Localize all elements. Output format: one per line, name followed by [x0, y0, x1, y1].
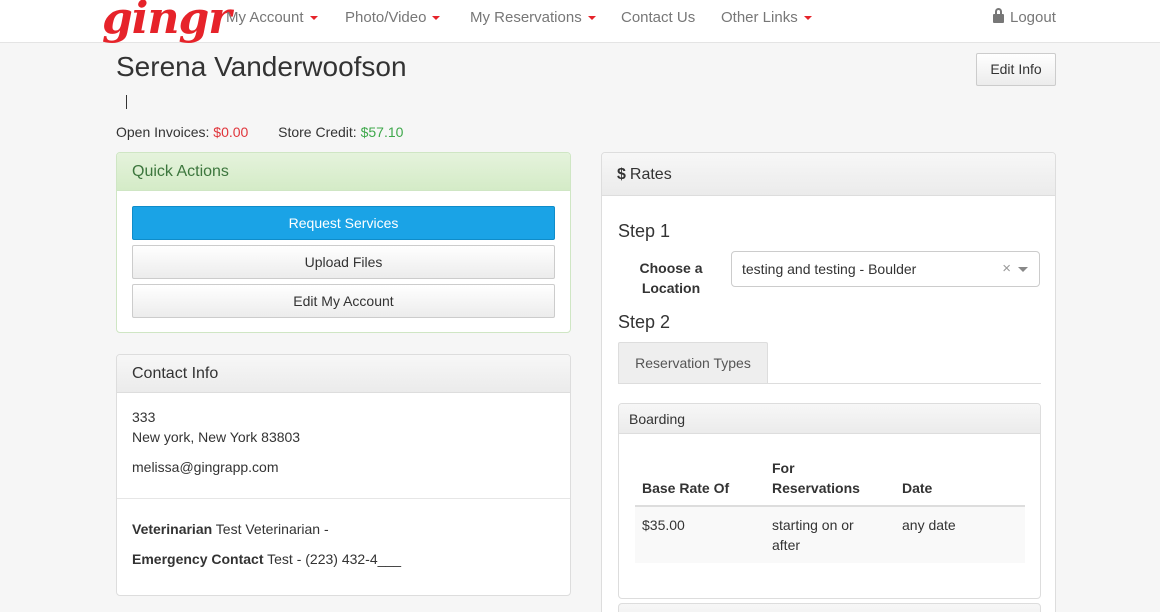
quick-actions-title: Quick Actions	[117, 153, 570, 191]
nav-other-links[interactable]: Other Links	[721, 9, 812, 26]
tab-bar-line	[618, 383, 1041, 384]
contact-info-panel: Contact Info 333 New york, New York 8380…	[116, 354, 571, 596]
nav-my-reservations-label: My Reservations	[470, 9, 582, 26]
column-header-base-rate: Base Rate Of	[642, 480, 730, 496]
quick-actions-panel: Quick Actions Request Services Upload Fi…	[116, 152, 571, 333]
clear-icon[interactable]: ×	[1002, 252, 1011, 286]
nav-other-links-label: Other Links	[721, 9, 798, 26]
store-credit-label: Store Credit:	[278, 124, 357, 140]
top-navbar: gingr My Account Photo/Video My Reservat…	[0, 0, 1160, 44]
rates-heading: $ Rates	[602, 153, 1055, 196]
emergency-contact-row: Emergency Contact Test - (223) 432-4___	[132, 551, 401, 567]
edit-info-button[interactable]: Edit Info	[976, 53, 1056, 86]
choose-location-label: Choose a Location	[639, 260, 703, 296]
open-invoices-label: Open Invoices:	[116, 124, 210, 140]
logout-label: Logout	[1010, 9, 1056, 26]
dollar-icon: $	[617, 166, 626, 183]
cell-for-reservations: starting on or after	[772, 517, 854, 553]
contact-email: melissa@gingrapp.com	[132, 459, 279, 475]
chevron-down-icon	[803, 16, 812, 21]
step-1-title: Step 1	[618, 221, 671, 241]
tab-reservation-types[interactable]: Reservation Types	[618, 342, 768, 383]
nav-contact-us[interactable]: Contact Us	[621, 9, 695, 26]
request-services-button[interactable]: Request Services	[132, 206, 555, 240]
edit-my-account-button[interactable]: Edit My Account	[132, 284, 555, 318]
chevron-down-icon	[309, 16, 318, 21]
nav-my-account[interactable]: My Account	[226, 9, 318, 26]
address-line-2: New york, New York 83803	[132, 429, 301, 445]
column-header-for-reservations: For Reservations	[772, 460, 860, 496]
next-rate-panel	[618, 603, 1041, 612]
contact-info-title: Contact Info	[117, 355, 570, 393]
nav-photo-video-label: Photo/Video	[345, 9, 427, 26]
column-header-date: Date	[902, 480, 933, 496]
rates-title: Rates	[629, 166, 672, 183]
text-cursor	[126, 95, 127, 109]
location-select-value: testing and testing - Boulder	[742, 261, 917, 277]
upload-files-button[interactable]: Upload Files	[132, 245, 555, 279]
lock-icon	[993, 8, 1004, 23]
page-title: Serena Vanderwoofson	[116, 51, 407, 82]
logout-link[interactable]: Logout	[993, 8, 1056, 26]
account-balances: Open Invoices: $0.00 Store Credit: $57.1…	[116, 124, 403, 140]
veterinarian-value: Test Veterinarian -	[215, 521, 329, 537]
address-line-1: 333	[132, 409, 156, 425]
nav-my-account-label: My Account	[226, 9, 304, 26]
chevron-down-icon	[432, 16, 441, 21]
location-select[interactable]: testing and testing - Boulder ×	[731, 251, 1040, 287]
divider	[117, 498, 570, 499]
emergency-contact-label: Emergency Contact	[132, 551, 264, 567]
nav-my-reservations[interactable]: My Reservations	[470, 9, 596, 26]
cell-base-rate: $35.00	[642, 517, 685, 533]
store-credit-value: $57.10	[360, 124, 404, 140]
emergency-contact-value: Test - (223) 432-4___	[267, 551, 401, 567]
veterinarian-label: Veterinarian	[132, 521, 213, 537]
nav-photo-video[interactable]: Photo/Video	[345, 9, 441, 26]
chevron-down-icon[interactable]	[1018, 267, 1028, 272]
step-2-title: Step 2	[618, 312, 671, 332]
boarding-panel: Boarding Base Rate Of For Reservations D…	[618, 403, 1041, 599]
boarding-title: Boarding	[619, 404, 1040, 434]
nav-contact-us-label: Contact Us	[621, 9, 696, 26]
open-invoices-value: $0.00	[213, 124, 249, 140]
chevron-down-icon	[587, 16, 596, 21]
gingr-logo[interactable]: gingr	[102, 0, 231, 44]
veterinarian-row: Veterinarian Test Veterinarian -	[132, 521, 329, 537]
rates-panel: $ Rates Step 1 Choose a Location testing …	[601, 152, 1056, 612]
cell-date: any date	[902, 517, 956, 533]
